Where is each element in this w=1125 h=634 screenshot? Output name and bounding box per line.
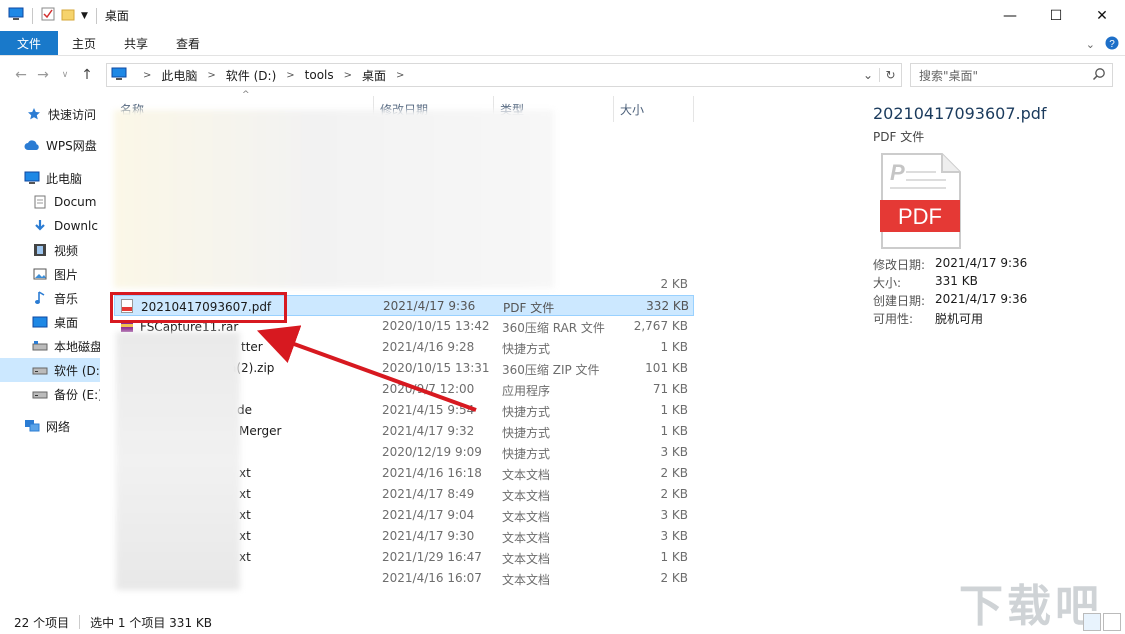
prop-row: 大小: 331 KB	[873, 274, 1027, 292]
selection-info: 选中 1 个项目 331 KB	[90, 615, 212, 630]
prop-key: 大小:	[873, 276, 902, 290]
pdf-file-icon: P PDF	[880, 153, 961, 249]
detail-file-type: PDF 文件	[873, 130, 925, 144]
detail-file-name: 20210417093607.pdf	[873, 104, 1047, 123]
prop-row: 可用性: 脱机可用	[873, 310, 1027, 328]
details-view-button[interactable]	[1083, 613, 1101, 631]
prop-value: 2021/4/17 9:36	[935, 292, 1028, 306]
detail-properties: 修改日期: 2021/4/17 9:36 大小: 331 KB 创建日期: 20…	[873, 256, 1027, 328]
prop-key: 可用性:	[873, 312, 914, 326]
prop-key: 创建日期:	[873, 294, 926, 308]
divider	[79, 615, 81, 629]
svg-text:P: P	[890, 160, 905, 185]
status-bar: 22 个项目 选中 1 个项目 331 KB	[0, 610, 1125, 634]
prop-row: 创建日期: 2021/4/17 9:36	[873, 292, 1027, 310]
details-pane: 20210417093607.pdf PDF 文件 P PDF 修改日期: 20…	[860, 96, 1125, 608]
prop-value: 脱机可用	[935, 312, 984, 326]
large-icons-view-button[interactable]	[1103, 613, 1121, 631]
prop-key: 修改日期:	[873, 258, 926, 272]
pdf-icon-label: PDF	[898, 204, 942, 229]
prop-value: 2021/4/17 9:36	[935, 256, 1028, 270]
item-count: 22 个项目	[14, 615, 70, 630]
prop-value: 331 KB	[935, 274, 978, 288]
prop-row: 修改日期: 2021/4/17 9:36	[873, 256, 1027, 274]
